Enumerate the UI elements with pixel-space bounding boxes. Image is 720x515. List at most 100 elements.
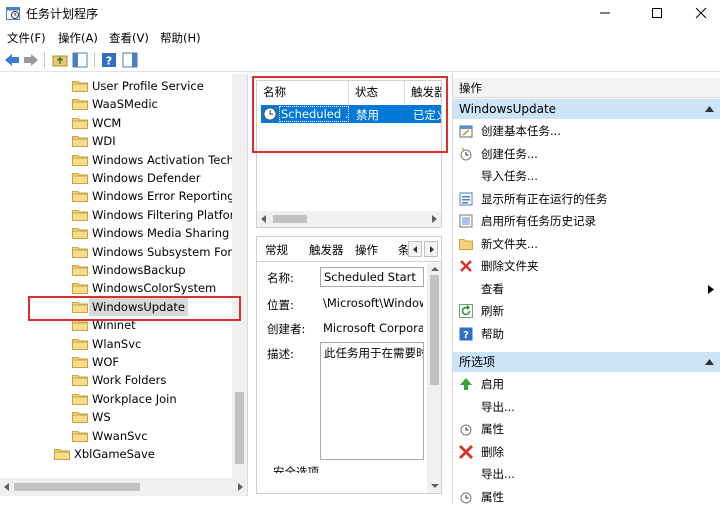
action-export-2[interactable]: 导出... [453, 463, 720, 485]
up-folder-button[interactable] [51, 51, 69, 69]
action-export[interactable]: 导出... [453, 396, 720, 418]
tree-item-label: Windows Media Sharing [92, 226, 230, 241]
action-create-basic-task[interactable]: 创建基本任务... [453, 120, 720, 142]
folder-tree: User Profile Service WaaSMedic WCM WDI Windo… [0, 74, 248, 496]
action-pane-button[interactable] [121, 51, 139, 69]
action-refresh[interactable]: 刷新 [453, 300, 720, 322]
scroll-up-icon[interactable] [431, 266, 439, 272]
action-label: 新文件夹... [481, 236, 538, 251]
tree-item-label: WindowsColorSystem [92, 281, 217, 296]
collapse-up-icon[interactable] [705, 106, 714, 112]
scroll-thumb[interactable] [273, 215, 307, 223]
folder-icon [72, 173, 88, 184]
scroll-left-icon[interactable] [3, 483, 11, 491]
folder-icon [72, 265, 88, 276]
tree-item-label: WDI [92, 134, 116, 149]
tab-scroll-left-button[interactable] [408, 241, 422, 257]
tree-vertical-scrollbar[interactable] [232, 74, 247, 478]
section-selected-item-label: 所选项 [459, 355, 496, 369]
tab-general[interactable]: 常规 [265, 240, 288, 260]
folder-up-icon [52, 55, 68, 67]
maximize-button[interactable] [634, 0, 680, 26]
action-enable[interactable]: 启用 [453, 373, 720, 395]
help-icon: ? [102, 53, 116, 68]
collapse-up-icon[interactable] [705, 359, 714, 365]
folder-icon [72, 99, 88, 111]
tree-item-label: XblGameSave [74, 447, 155, 461]
scroll-right-icon[interactable] [430, 215, 438, 223]
scroll-right-icon[interactable] [236, 483, 244, 491]
action-show-running-tasks[interactable]: 显示所有正在运行的任务 [453, 188, 720, 210]
menu-file[interactable]: 文件(F) [7, 30, 46, 46]
tree-item-label: WOF [92, 355, 120, 369]
minimize-button[interactable] [582, 0, 628, 26]
folder-icon [72, 430, 88, 442]
action-pane-icon [122, 52, 138, 68]
scroll-thumb[interactable] [430, 275, 439, 385]
tree-item-label: WaaSMedic [92, 97, 158, 112]
folder-icon [72, 283, 88, 295]
tab-actions[interactable]: 操作 [355, 240, 378, 260]
window-title: 任务计划程序 [26, 7, 99, 21]
toolbar: ? [0, 48, 720, 72]
name-field[interactable]: Scheduled Start [320, 267, 424, 287]
action-help[interactable]: ? 帮助 [453, 323, 720, 345]
description-field[interactable]: 此任务用于在需要时 [320, 342, 424, 460]
forward-button[interactable] [22, 51, 40, 69]
help-button[interactable]: ? [100, 51, 118, 69]
tree-item-label: Windows Filtering Platforr [92, 207, 239, 222]
show-hide-console-button[interactable] [71, 51, 89, 69]
action-view[interactable]: 查看 [453, 278, 720, 300]
action-delete-folder[interactable]: 删除文件夹 [453, 255, 720, 277]
folder-icon [72, 81, 88, 92]
tree-horizontal-scrollbar[interactable] [0, 478, 247, 496]
scroll-down-icon[interactable] [431, 483, 439, 489]
folder-icon [72, 393, 88, 405]
folder-icon [72, 191, 88, 203]
section-selected-item[interactable]: 所选项 [453, 352, 720, 372]
section-windowsupdate[interactable]: WindowsUpdate [453, 99, 720, 119]
chevron-left-icon [413, 246, 417, 253]
action-properties-2[interactable]: 属性 [453, 486, 720, 505]
action-delete[interactable]: 删除 [453, 441, 720, 463]
tree-item-label: WindowsBackup [92, 263, 186, 277]
back-button[interactable] [3, 51, 21, 69]
tab-scroll-right-button[interactable] [424, 241, 438, 257]
folder-icon [72, 228, 88, 240]
tab-triggers[interactable]: 触发器 [309, 240, 344, 260]
folder-icon [72, 357, 88, 368]
enable-icon [460, 378, 472, 390]
author-label: 创建者: [267, 322, 306, 336]
help-icon: ? [459, 327, 473, 341]
action-create-task[interactable]: 创建任务... [453, 143, 720, 165]
menu-view[interactable]: 查看(V) [109, 30, 149, 46]
delete-folder-icon [460, 260, 472, 272]
title-bar: 任务计划程序 [0, 0, 720, 26]
action-label: 帮助 [481, 326, 504, 341]
scroll-thumb[interactable] [235, 392, 244, 464]
tasklist-horizontal-scrollbar[interactable] [257, 211, 441, 227]
author-value: Microsoft Corpora [323, 321, 423, 335]
submenu-arrow-icon [708, 284, 714, 294]
scroll-left-icon[interactable] [260, 215, 268, 223]
folder-icon [72, 246, 88, 258]
tree-item-label: Windows Activation Techn [92, 152, 242, 167]
folder-icon [72, 338, 88, 350]
action-label: 删除文件夹 [481, 259, 539, 273]
action-properties[interactable]: 属性 [453, 418, 720, 440]
actions-pane: 操作 WindowsUpdate 创建基本任务... 创建任务... 导入任务...… [452, 74, 720, 504]
refresh-icon [459, 304, 473, 318]
action-new-folder[interactable]: 新文件夹... [453, 233, 720, 255]
console-tree-icon [72, 52, 88, 68]
props-vertical-scrollbar[interactable] [427, 263, 441, 493]
chevron-right-icon [430, 246, 434, 253]
menu-help[interactable]: 帮助(H) [160, 30, 201, 46]
action-label: 属性 [481, 489, 504, 504]
action-enable-history[interactable]: 启用所有任务历史记录 [453, 210, 720, 232]
close-button[interactable] [682, 0, 720, 26]
action-label: 启用 [481, 377, 504, 391]
menu-action[interactable]: 操作(A) [58, 30, 98, 46]
action-import-task[interactable]: 导入任务... [453, 165, 720, 187]
scroll-thumb[interactable] [14, 483, 140, 491]
action-label: 导入任务... [481, 169, 538, 183]
